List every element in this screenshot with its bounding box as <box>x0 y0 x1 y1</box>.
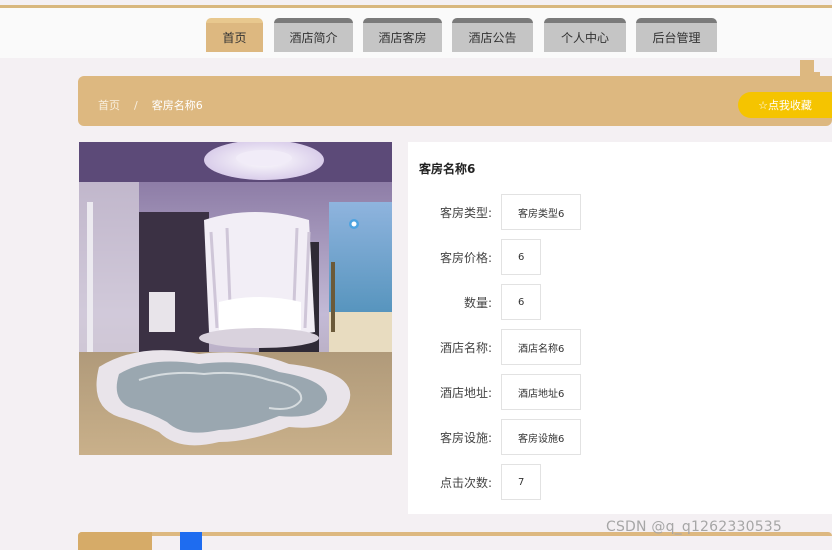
bottom-section-marker <box>180 532 202 550</box>
field-value: 客房设施6 <box>501 419 582 455</box>
field-value: 酒店名称6 <box>501 329 582 365</box>
nav-personal-center[interactable]: 个人中心 <box>544 18 626 52</box>
room-title: 客房名称6 <box>419 162 476 176</box>
field-label: 点击次数: <box>439 476 492 490</box>
favorite-button[interactable]: ☆ 点我收藏 <box>738 92 832 118</box>
field-value: 6 <box>501 239 542 275</box>
field-quantity: 数量: 6 <box>408 284 832 320</box>
field-hotel-address: 酒店地址: 酒店地址6 <box>408 374 832 410</box>
field-value: 7 <box>501 464 542 500</box>
field-label: 数量: <box>463 296 492 310</box>
breadcrumb-home-link[interactable]: 首页 <box>98 97 120 113</box>
nav-hotel-notices[interactable]: 酒店公告 <box>452 18 533 52</box>
nav-hotel-intro[interactable]: 酒店简介 <box>274 18 353 52</box>
field-value: 酒店地址6 <box>501 374 582 410</box>
field-label: 客房设施: <box>439 431 492 445</box>
field-hotel-name: 酒店名称: 酒店名称6 <box>408 329 832 365</box>
top-nav: 首页 酒店简介 酒店客房 酒店公告 个人中心 后台管理 <box>0 8 832 58</box>
breadcrumb-current: 客房名称6 <box>151 99 203 112</box>
field-room-price: 客房价格: 6 <box>408 239 832 275</box>
field-click-count: 点击次数: 7 <box>408 464 832 500</box>
breadcrumb-top-edge <box>78 76 832 84</box>
field-value: 客房类型6 <box>501 194 582 230</box>
room-details-panel: 客房名称6 客房类型: 客房类型6 客房价格: 6 数量: 6 酒店名称: 酒店… <box>408 142 832 514</box>
nav-hotel-rooms[interactable]: 酒店客房 <box>363 18 442 52</box>
field-room-type: 客房类型: 客房类型6 <box>408 194 832 230</box>
breadcrumb-tab-notch <box>814 60 832 72</box>
field-label: 客房价格: <box>439 251 492 265</box>
nav-home[interactable]: 首页 <box>206 18 263 52</box>
field-label: 酒店名称: <box>439 341 492 355</box>
favorite-button-label: 点我收藏 <box>767 99 812 112</box>
field-label: 客房类型: <box>439 206 492 220</box>
field-label: 酒店地址: <box>439 386 492 400</box>
nav-admin[interactable]: 后台管理 <box>636 18 717 52</box>
breadcrumb-separator: / <box>134 98 138 112</box>
field-value: 6 <box>501 284 542 320</box>
star-outline-icon: ☆ <box>758 98 768 112</box>
bottom-section-tab[interactable] <box>78 532 152 550</box>
breadcrumb: 首页 / 客房名称6 ☆ 点我收藏 <box>78 84 832 126</box>
room-photo <box>79 142 392 455</box>
watermark: CSDN @q_q1262330535 <box>606 519 783 535</box>
field-room-facilities: 客房设施: 客房设施6 <box>408 419 832 455</box>
